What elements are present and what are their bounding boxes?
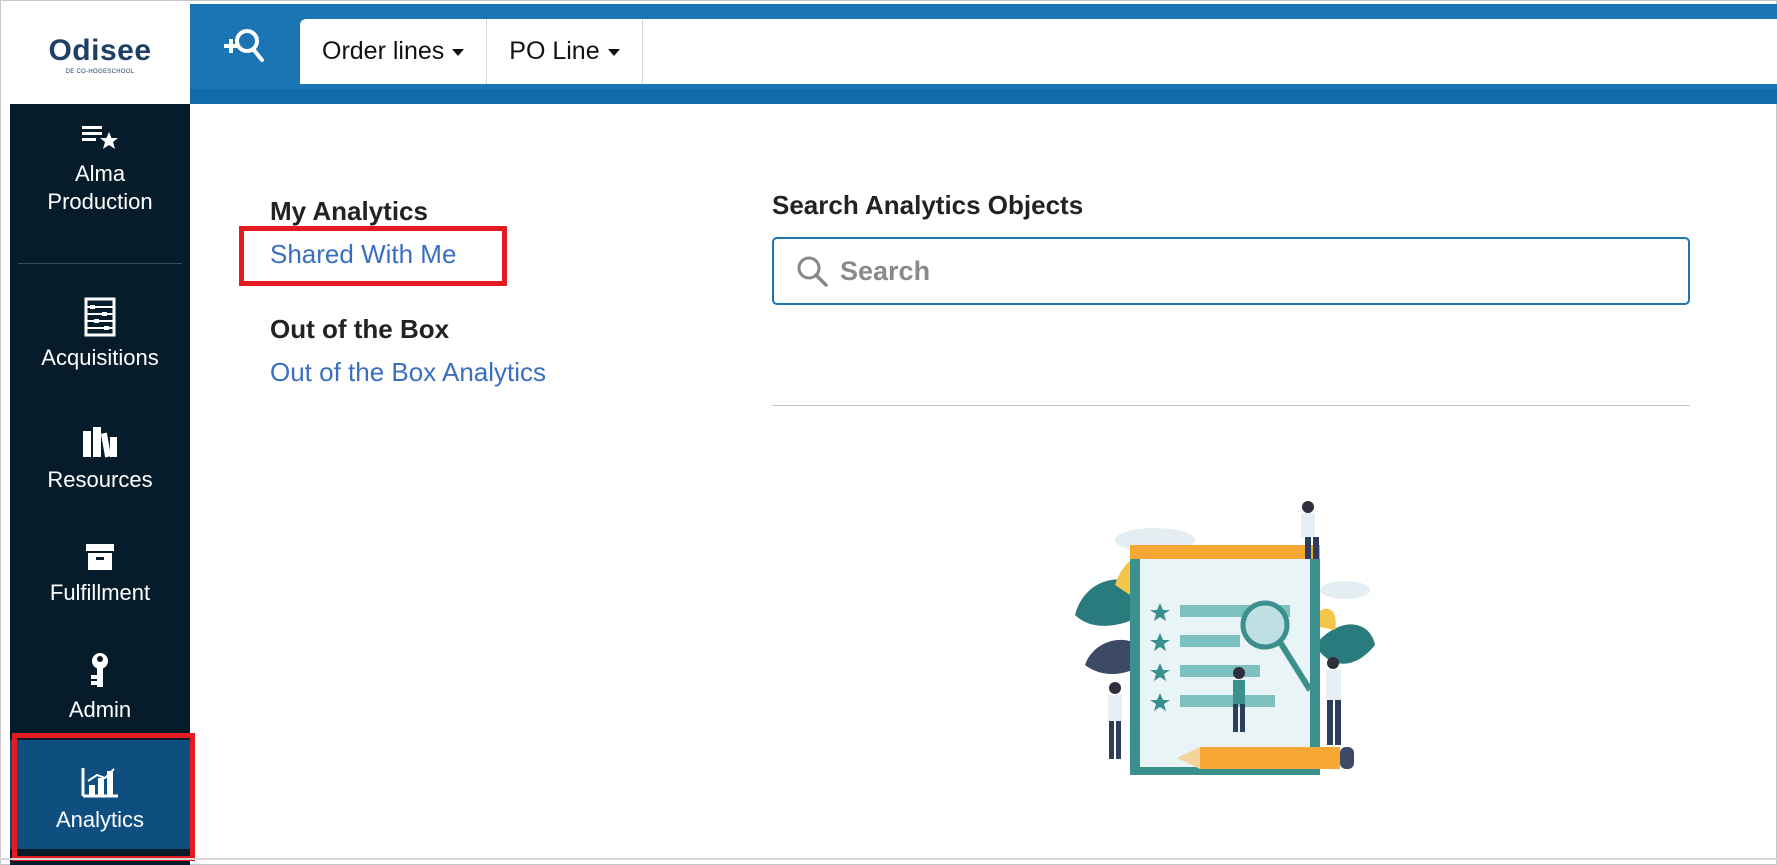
top-bar: Order lines PO Line (190, 4, 1777, 104)
search-scope-bar: Order lines PO Line (300, 19, 1777, 84)
list-star-icon (80, 122, 120, 152)
sidebar-item-analytics[interactable]: Analytics (10, 740, 190, 857)
archive-box-icon (84, 542, 116, 572)
sidebar-item-acquisitions[interactable]: Acquisitions (10, 274, 190, 394)
search-analytics-label: Search Analytics Objects (772, 190, 1084, 220)
search-input[interactable] (838, 254, 1662, 288)
out-of-box-title: Out of the Box (270, 314, 450, 344)
add-search-icon[interactable] (218, 26, 268, 66)
search-type-label: Order lines (322, 37, 445, 65)
sidebar-item-alma-production[interactable]: Alma Production (10, 114, 190, 224)
app-frame (0, 0, 1777, 865)
out-of-box-analytics-link[interactable]: Out of the Box Analytics (270, 357, 546, 388)
search-field-dropdown[interactable]: PO Line (487, 19, 643, 84)
main-menu-sidebar: Alma Production Acquisitions Resources F… (10, 104, 190, 865)
active-indicator (10, 849, 190, 857)
sidebar-item-label: Resources (47, 467, 153, 492)
sidebar-item-label: Analytics (55, 806, 145, 832)
sidebar-item-label: Alma Production (47, 161, 153, 214)
sidebar-item-label: Admin (68, 697, 132, 722)
search-icon (792, 251, 832, 291)
institution-logo[interactable]: Odisee DE CO-HOGESCHOOL (10, 4, 191, 104)
sidebar-divider (18, 263, 182, 264)
sidebar-item-admin[interactable]: Admin (10, 632, 190, 742)
sidebar-item-fulfillment[interactable]: Fulfillment (10, 519, 190, 629)
chevron-down-icon (452, 49, 465, 56)
search-divider (772, 405, 1690, 406)
search-field-label: PO Line (509, 37, 600, 65)
search-analytics-box (772, 237, 1690, 305)
shared-with-me-link[interactable]: Shared With Me (270, 239, 456, 270)
chevron-down-icon (607, 49, 620, 56)
sidebar-item-resources[interactable]: Resources (10, 404, 190, 514)
abacus-icon (82, 297, 118, 337)
sidebar-item-label: Acquisitions (41, 345, 159, 370)
logo-name: Odisee (48, 33, 152, 67)
window-bottom-edge (0, 858, 1777, 860)
my-analytics-title: My Analytics (270, 196, 428, 226)
search-type-dropdown[interactable]: Order lines (300, 19, 488, 84)
bar-chart-icon (80, 765, 120, 799)
books-icon (80, 425, 120, 459)
key-icon (88, 651, 112, 689)
logo-tagline: DE CO-HOGESCHOOL (65, 68, 135, 75)
empty-state-illustration (1065, 495, 1385, 795)
sidebar-item-label: Fulfillment (49, 580, 151, 605)
